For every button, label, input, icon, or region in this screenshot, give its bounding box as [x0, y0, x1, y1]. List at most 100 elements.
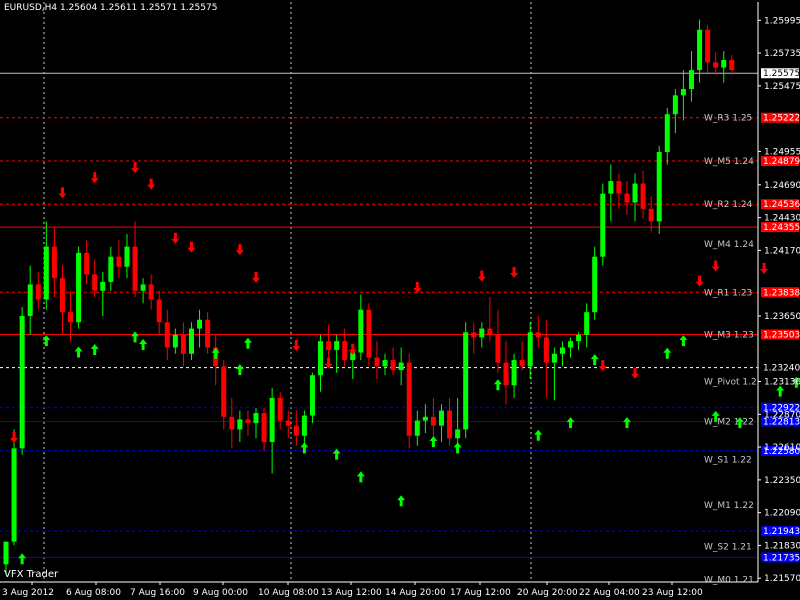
- down-arrow-icon: [631, 367, 640, 379]
- candle-body: [140, 284, 146, 291]
- up-arrow-icon: [493, 379, 502, 391]
- level-label: W_R2 1.24: [704, 200, 753, 210]
- watermark-label: VFX Trader: [4, 569, 59, 580]
- candle-body: [697, 29, 703, 71]
- candle-body: [414, 420, 420, 436]
- candle-body: [68, 312, 74, 323]
- up-arrow-icon: [74, 346, 83, 358]
- down-arrow-icon: [171, 232, 180, 244]
- candle-body: [253, 413, 259, 424]
- down-arrow-icon: [147, 178, 156, 190]
- candle-body: [19, 315, 25, 449]
- candle-body: [721, 60, 727, 68]
- candlesticks: [3, 19, 735, 575]
- down-arrow-icon: [252, 271, 260, 283]
- candle-body: [164, 322, 170, 348]
- pivot-levels: 1.25222 W_R3 1.25 1.24879 W_M5 1.24 1.24536 W…: [0, 68, 800, 585]
- candle-body: [116, 256, 122, 267]
- price-tick-label: 1.24430: [764, 214, 800, 224]
- level-price-tag: 1.23503: [763, 330, 800, 340]
- candle-body: [124, 246, 130, 267]
- price-tick-label: 1.22870: [764, 410, 800, 420]
- level-label: W_M2 1.22: [704, 417, 754, 427]
- level-label: W_M0 1.21: [704, 575, 754, 585]
- price-chart[interactable]: 1.25222 W_R3 1.25 1.24879 W_M5 1.24 1.24536 W…: [0, 0, 800, 600]
- candle-body: [35, 284, 41, 300]
- candle-body: [229, 416, 235, 430]
- time-tick-label: 13 Aug 12:00: [321, 588, 382, 598]
- level-label: W_M1 1.22: [704, 501, 754, 511]
- current-price-tag: 1.25575: [763, 69, 800, 79]
- candle-body: [277, 397, 283, 421]
- candle-body: [616, 181, 622, 194]
- level-price-tag: 1.25222: [763, 114, 800, 124]
- up-arrow-icon: [397, 495, 406, 507]
- price-tick-label: 1.23650: [764, 312, 800, 322]
- up-arrow-icon: [566, 417, 575, 429]
- candle-body: [438, 410, 444, 426]
- price-tick-label: 1.25735: [764, 49, 800, 59]
- candle-body: [374, 357, 380, 367]
- candle-body: [318, 341, 324, 376]
- candle-body: [84, 252, 90, 275]
- up-arrow-icon: [534, 429, 543, 441]
- down-arrow-icon: [58, 187, 67, 199]
- candle-body: [487, 328, 493, 335]
- down-arrow-icon: [413, 281, 422, 293]
- candle-body: [519, 360, 525, 367]
- candle-body: [180, 334, 186, 354]
- level-label: W_S2 1.21: [704, 543, 752, 553]
- up-arrow-icon: [235, 364, 244, 376]
- up-arrow-icon: [42, 335, 51, 347]
- candle-body: [592, 256, 598, 313]
- candle-body: [543, 337, 549, 363]
- candle-body: [608, 181, 614, 194]
- up-arrow-icon: [211, 347, 220, 359]
- symbol-title: EURUSD,H4 1.25604 1.25611 1.25571 1.2557…: [4, 3, 218, 13]
- candle-body: [92, 274, 98, 291]
- time-tick-label: 14 Aug 20:00: [385, 588, 446, 598]
- candle-body: [197, 319, 203, 329]
- candle-body: [3, 541, 9, 565]
- candle-body: [447, 410, 453, 439]
- time-tick-label: 17 Aug 12:00: [450, 588, 511, 598]
- candle-body: [261, 413, 267, 443]
- down-arrow-icon: [510, 266, 519, 278]
- candle-body: [551, 353, 557, 363]
- down-arrow-icon: [324, 357, 333, 369]
- candle-body: [309, 375, 315, 416]
- candle-body: [656, 152, 662, 222]
- candle-body: [285, 420, 291, 426]
- time-tick-label: 3 Aug 2012: [2, 588, 54, 598]
- candle-body: [390, 360, 396, 371]
- candle-body: [148, 284, 154, 300]
- candle-body: [205, 319, 211, 348]
- up-arrow-icon: [663, 347, 672, 359]
- candle-body: [237, 419, 243, 430]
- candle-body: [632, 183, 638, 203]
- level-price-tag: 1.24536: [763, 200, 800, 210]
- up-arrow-icon: [429, 436, 438, 448]
- price-tick-label: 1.23130: [764, 378, 800, 388]
- candle-body: [108, 256, 114, 282]
- candle-body: [624, 193, 630, 203]
- candle-body: [221, 366, 227, 417]
- candle-body: [503, 362, 509, 386]
- chart-axes: 1.25995 1.25735 1.25475 1.24955 1.24690 1.244…: [0, 2, 800, 598]
- candle-body: [680, 89, 686, 96]
- price-tick-label: 1.24955: [764, 147, 800, 157]
- down-arrow-icon: [187, 241, 196, 253]
- up-arrow-icon: [139, 338, 148, 350]
- time-tick-label: 10 Aug 08:00: [258, 588, 319, 598]
- down-arrow-icon: [711, 260, 720, 272]
- price-tick-label: 1.22090: [764, 509, 800, 519]
- level-label: W_M3 1.23: [704, 330, 754, 340]
- price-tick-label: 1.25475: [764, 82, 800, 92]
- up-arrow-icon: [18, 553, 27, 565]
- candle-body: [463, 332, 469, 430]
- down-arrow-icon: [598, 360, 607, 372]
- candle-body: [535, 332, 541, 338]
- candle-body: [51, 246, 57, 279]
- candle-body: [43, 246, 49, 300]
- price-tick-label: 1.22350: [764, 476, 800, 486]
